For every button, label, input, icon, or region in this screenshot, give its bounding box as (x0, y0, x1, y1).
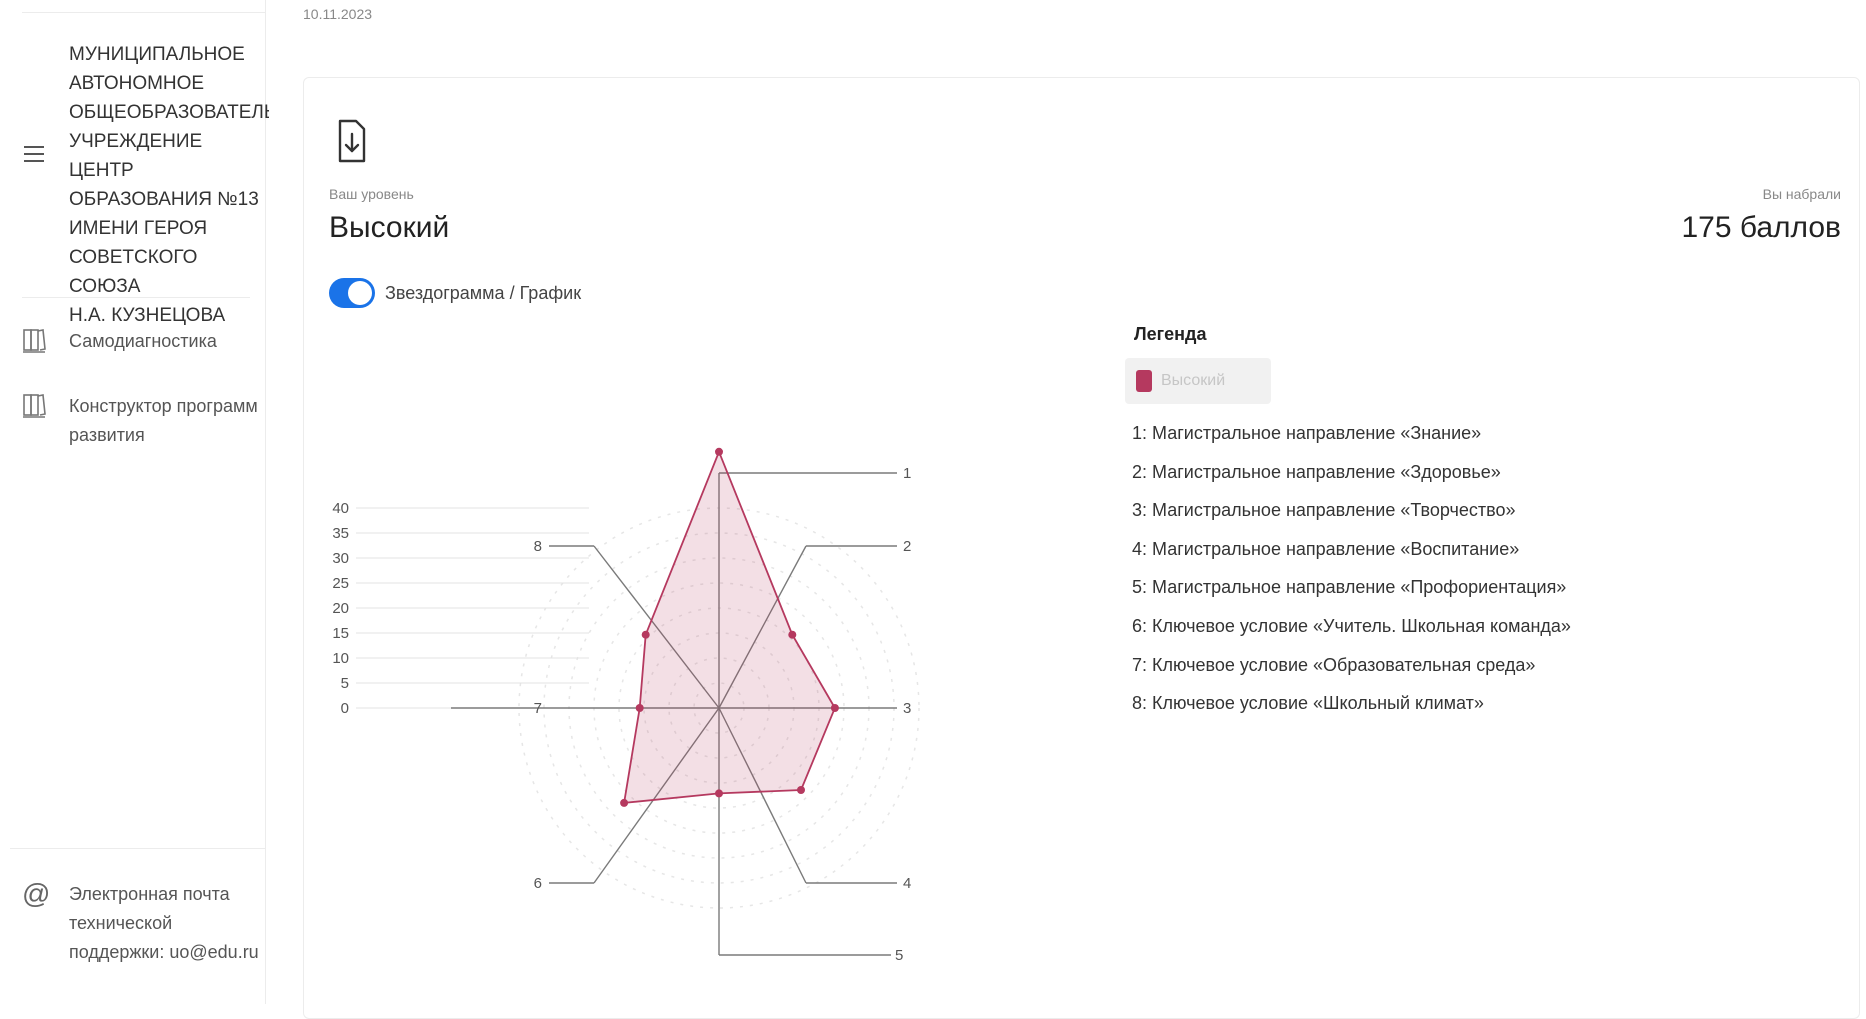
hamburger-icon[interactable] (22, 142, 46, 166)
file-download-icon[interactable] (337, 118, 367, 164)
legend-item: 4: Магистральное направление «Воспитание… (1132, 538, 1520, 559)
score-caption: Вы набрали (1762, 186, 1841, 202)
score-value: 175 баллов (1681, 211, 1841, 244)
sidebar-divider (10, 848, 265, 849)
radar-axis-label: 6 (534, 875, 542, 892)
legend-item: 2: Магистральное направление «Здоровье» (1132, 461, 1501, 482)
sidebar-item-label: Самодиагностика (69, 331, 217, 351)
chart-view-toggle[interactable] (329, 278, 375, 308)
legend-item: 7: Ключевое условие «Образовательная сре… (1132, 654, 1536, 675)
radar-axis-label: 2 (903, 538, 911, 555)
y-tick-label: 40 (332, 500, 349, 517)
radar-axis-label: 1 (903, 465, 911, 482)
organization-name: МУНИЦИПАЛЬНОЕ АВТОНОМНОЕ ОБЩЕОБРАЗОВАТЕЛ… (69, 44, 269, 326)
legend-series-label: Высокий (1161, 372, 1226, 389)
y-tick-label: 15 (332, 625, 349, 642)
legend-item: 3: Магистральное направление «Творчество… (1132, 500, 1516, 521)
sidebar: МУНИЦИПАЛЬНОЕ АВТОНОМНОЕ ОБЩЕОБРАЗОВАТЕЛ… (0, 0, 269, 1004)
sidebar-item-label: Конструктор программ развития (69, 396, 258, 445)
data-point (830, 704, 839, 712)
legend-item: 8: Ключевое условие «Школьный климат» (1132, 693, 1484, 714)
sidebar-top-divider (22, 12, 265, 13)
data-point (715, 447, 723, 456)
y-tick-label: 5 (341, 675, 349, 692)
book-icon (23, 329, 46, 353)
series-area-high (623, 449, 836, 804)
legend-swatch (1136, 370, 1152, 392)
radar-axis-label: 5 (895, 947, 903, 964)
report-date: 10.11.2023 (303, 6, 373, 22)
toggle-knob (348, 281, 372, 305)
radar-axis-label: 7 (534, 700, 542, 717)
legend-list: 1: Магистральное направление «Знание» 2:… (1132, 414, 1571, 723)
radar-chart: 0 5 10 15 20 25 30 35 40 1 2 3 4 5 6 7 8 (332, 447, 920, 964)
y-tick-label: 20 (332, 600, 349, 617)
legend-item: 6: Ключевое условие «Учитель. Школьная к… (1132, 615, 1571, 636)
data-point (641, 630, 650, 639)
support-email-text[interactable]: Электронная почта технической поддержки:… (69, 880, 259, 967)
y-tick-label: 10 (332, 650, 349, 667)
radar-axis-label: 8 (534, 538, 542, 555)
at-icon: @ (22, 878, 51, 909)
legend-title: Легенда (1134, 324, 1207, 344)
y-tick-label: 30 (332, 550, 349, 567)
data-point (715, 789, 723, 798)
level-caption: Ваш уровень (329, 186, 414, 202)
toggle-label: Звездограмма / График (385, 283, 582, 303)
data-point (620, 798, 629, 807)
level-value: Высокий (329, 211, 450, 244)
legend-series-chip[interactable]: Высокий (1125, 358, 1271, 404)
results-card: Ваш уровень Высокий Вы набрали 175 балло… (303, 77, 1860, 1019)
data-point (635, 704, 644, 712)
data-point (788, 630, 797, 639)
legend-item: 5: Магистральное направление «Профориент… (1132, 577, 1567, 598)
radar-axis-label: 3 (903, 700, 911, 717)
y-tick-label: 25 (332, 575, 349, 592)
data-point (797, 786, 805, 794)
y-tick-label: 35 (332, 525, 349, 542)
y-tick-label: 0 (341, 700, 349, 717)
radar-axis-label: 4 (903, 875, 911, 892)
legend-item: 1: Магистральное направление «Знание» (1132, 423, 1482, 443)
sidebar-divider (22, 297, 250, 298)
book-icon (23, 394, 46, 418)
